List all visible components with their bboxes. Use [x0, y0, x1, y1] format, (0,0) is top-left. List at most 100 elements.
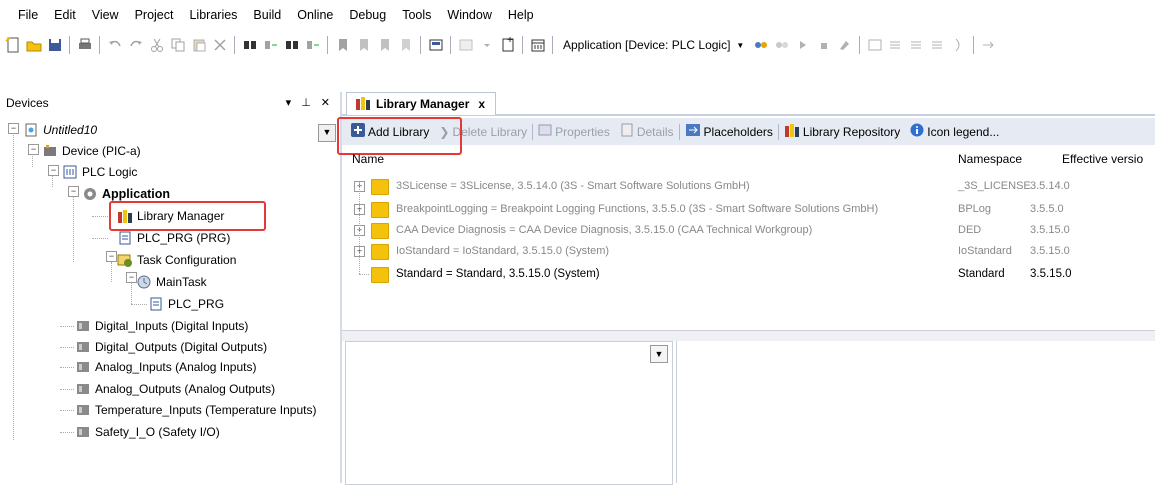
chevron-down-icon[interactable]: ▼ — [650, 345, 668, 363]
io-module-icon — [75, 318, 91, 334]
tree-item-label: Analog_Outputs (Analog Outputs) — [95, 382, 276, 396]
program-call-icon — [148, 296, 164, 312]
login-icon[interactable] — [752, 37, 769, 54]
tree-item-safety-io[interactable]: Safety_I_O (Safety I/O) — [75, 422, 220, 442]
step-into-icon[interactable] — [908, 37, 925, 54]
paste-icon[interactable] — [190, 37, 207, 54]
delete-icon[interactable] — [211, 37, 228, 54]
tree-item-plc-logic[interactable]: PLC Logic — [62, 162, 137, 182]
menu-libraries[interactable]: Libraries — [181, 8, 245, 22]
menu-edit[interactable]: Edit — [46, 8, 84, 22]
pin-icon[interactable]: ⊥ — [301, 96, 311, 109]
library-row[interactable]: + CAA Device Diagnosis = CAA Device Diag… — [354, 220, 1154, 240]
menu-view[interactable]: View — [84, 8, 127, 22]
library-folder-icon — [371, 179, 389, 195]
menu-file[interactable]: File — [0, 8, 46, 22]
library-repository-label: Library Repository — [802, 124, 901, 139]
active-application-combo[interactable]: Application [Device: PLC Logic] ▼ — [557, 38, 750, 52]
tree-dropdown-button[interactable]: ▼ — [318, 124, 336, 142]
tree-item-maintask[interactable]: MainTask — [136, 272, 207, 292]
start-icon[interactable] — [794, 37, 811, 54]
column-header-effective-version[interactable]: Effective versio — [1062, 152, 1143, 170]
library-row[interactable]: Standard = Standard, 3.5.15.0 (System) S… — [354, 264, 1154, 284]
arrow-right-icon[interactable] — [980, 37, 997, 54]
library-row[interactable]: + BreakpointLogging = Breakpoint Logging… — [354, 199, 1154, 219]
tree-item-project[interactable]: Untitled10 — [23, 120, 97, 140]
find-next-icon[interactable] — [283, 37, 300, 54]
new-project-icon[interactable] — [4, 37, 21, 54]
run-to-cursor-icon[interactable] — [950, 37, 967, 54]
icon-legend-button[interactable]: Icon legend... — [905, 123, 1004, 140]
open-project-icon[interactable] — [25, 37, 42, 54]
column-header-namespace[interactable]: Namespace — [958, 152, 1022, 170]
undo-icon[interactable] — [106, 37, 123, 54]
menu-help[interactable]: Help — [500, 8, 542, 22]
build-icon[interactable] — [427, 37, 444, 54]
menu-build[interactable]: Build — [245, 8, 289, 22]
properties-button[interactable]: Properties — [533, 123, 615, 140]
devices-pane-header: Devices ▾ ⊥ ✕ — [0, 92, 340, 113]
menu-window[interactable]: Window — [439, 8, 499, 22]
dropdown-arrow-icon[interactable] — [478, 37, 495, 54]
collapse-toggle[interactable]: − — [48, 165, 59, 176]
device-icon — [42, 143, 58, 159]
menu-project[interactable]: Project — [127, 8, 182, 22]
tree-item-temperature-inputs[interactable]: Temperature_Inputs (Temperature Inputs) — [75, 400, 316, 420]
find-icon[interactable] — [241, 37, 258, 54]
bookmark-clear-icon[interactable] — [397, 37, 414, 54]
pane-menu-icon[interactable]: ▾ — [286, 96, 292, 109]
tab-close-icon[interactable]: x — [478, 97, 485, 111]
bookmark-previous-icon[interactable] — [376, 37, 393, 54]
logout-icon[interactable] — [773, 37, 790, 54]
save-icon[interactable] — [46, 37, 63, 54]
redo-icon[interactable] — [127, 37, 144, 54]
stop-icon[interactable] — [815, 37, 832, 54]
tree-item-digital-inputs[interactable]: Digital_Inputs (Digital Inputs) — [75, 316, 248, 336]
io-module-icon — [75, 339, 91, 355]
collapse-toggle[interactable]: − — [28, 144, 39, 155]
breakpoint-icon[interactable] — [866, 37, 883, 54]
tree-item-task-call-plc-prg[interactable]: PLC_PRG — [148, 294, 224, 314]
tree-item-label: MainTask — [156, 275, 207, 289]
tree-item-label: Analog_Inputs (Analog Inputs) — [95, 360, 257, 374]
calendar-icon[interactable] — [529, 37, 546, 54]
step-over-icon[interactable] — [887, 37, 904, 54]
tree-item-device[interactable]: Device (PIC-a) — [42, 141, 141, 161]
menu-tools[interactable]: Tools — [394, 8, 439, 22]
tree-item-analog-inputs[interactable]: Analog_Inputs (Analog Inputs) — [75, 357, 256, 377]
collapse-toggle[interactable]: − — [8, 123, 19, 134]
generate-code-icon[interactable] — [457, 37, 474, 54]
print-icon[interactable] — [76, 37, 93, 54]
plc-logic-icon — [62, 164, 78, 180]
collapse-toggle[interactable]: − — [68, 186, 79, 197]
cut-icon[interactable] — [148, 37, 165, 54]
tree-item-task-configuration[interactable]: Task Configuration — [117, 250, 236, 270]
highlight-add-library — [337, 117, 462, 155]
menu-online[interactable]: Online — [289, 8, 341, 22]
copy-icon[interactable] — [169, 37, 186, 54]
tree-item-label: PLC_PRG — [168, 297, 225, 311]
new-object-icon[interactable] — [499, 37, 516, 54]
menu-debug[interactable]: Debug — [341, 8, 394, 22]
collapse-toggle[interactable]: − — [106, 251, 117, 262]
library-row[interactable]: + IoStandard = IoStandard, 3.5.15.0 (Sys… — [354, 241, 1154, 261]
tab-label: Library Manager — [376, 97, 470, 111]
step-out-icon[interactable] — [929, 37, 946, 54]
bookmark-icon[interactable] — [334, 37, 351, 54]
tab-library-manager[interactable]: Library Manager x — [346, 92, 497, 115]
reset-icon[interactable] — [836, 37, 853, 54]
replace-icon[interactable] — [262, 37, 279, 54]
tree-item-analog-outputs[interactable]: Analog_Outputs (Analog Outputs) — [75, 379, 275, 399]
bookmark-next-icon[interactable] — [355, 37, 372, 54]
find-previous-icon[interactable] — [304, 37, 321, 54]
tree-item-plc-prg[interactable]: PLC_PRG (PRG) — [117, 228, 230, 248]
library-row[interactable]: + 3SLicense = 3SLicense, 3.5.14.0 (3S - … — [354, 176, 1154, 196]
library-repository-button[interactable]: Library Repository — [779, 123, 905, 140]
close-icon[interactable]: ✕ — [321, 96, 330, 109]
tree-item-label: Digital_Inputs (Digital Inputs) — [95, 319, 249, 333]
details-button[interactable]: Details — [615, 123, 679, 140]
placeholders-button[interactable]: Placeholders — [680, 123, 778, 140]
horizontal-splitter[interactable] — [342, 330, 1155, 341]
column-header-name[interactable]: Name — [352, 152, 384, 170]
tree-item-digital-outputs[interactable]: Digital_Outputs (Digital Outputs) — [75, 337, 267, 357]
